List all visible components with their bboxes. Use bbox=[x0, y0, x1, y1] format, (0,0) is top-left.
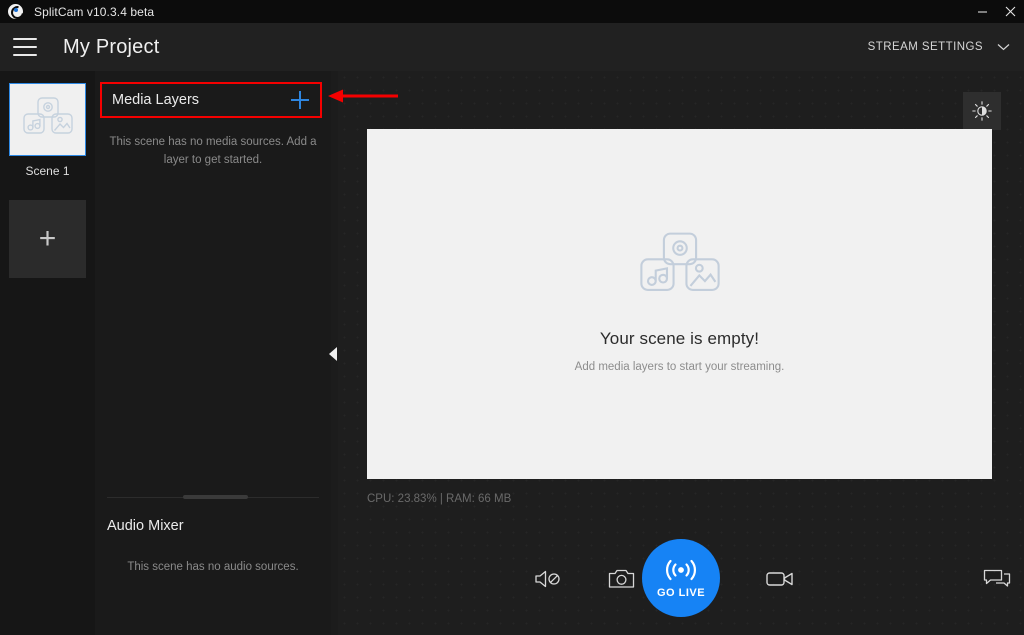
splitcam-logo-icon bbox=[8, 4, 23, 19]
media-layers-header[interactable]: Media Layers bbox=[100, 82, 322, 118]
resource-stats: CPU: 23.83% | RAM: 66 MB bbox=[367, 493, 512, 505]
close-icon[interactable] bbox=[996, 0, 1024, 23]
record-video-button[interactable] bbox=[759, 558, 801, 600]
media-layers-empty-text: This scene has no media sources. Add a l… bbox=[109, 136, 317, 166]
empty-scene-subtitle: Add media layers to start your streaming… bbox=[574, 361, 785, 373]
scene-thumbnail-scene-1[interactable] bbox=[9, 83, 86, 156]
app-header: My Project STREAM SETTINGS bbox=[0, 23, 1024, 71]
chat-button[interactable] bbox=[976, 558, 1018, 600]
brightness-icon bbox=[972, 101, 992, 121]
panel-resize-handle[interactable] bbox=[183, 495, 248, 499]
go-live-label: GO LIVE bbox=[656, 586, 706, 599]
hamburger-line bbox=[13, 38, 37, 40]
stream-settings-label: STREAM SETTINGS bbox=[867, 41, 983, 53]
brightness-button[interactable] bbox=[963, 92, 1001, 130]
window-titlebar: SplitCam v10.3.4 beta bbox=[0, 0, 1024, 23]
audio-mixer-empty-text: This scene has no audio sources. bbox=[127, 561, 299, 573]
layers-panel: Media Layers This scene has no media sou… bbox=[95, 71, 331, 635]
video-camera-icon bbox=[766, 572, 793, 586]
scenes-sidebar: Scene 1 + bbox=[0, 71, 95, 635]
hamburger-menu-icon[interactable] bbox=[13, 38, 37, 56]
media-placeholder-icon bbox=[639, 232, 720, 291]
mute-audio-button[interactable] bbox=[527, 558, 569, 600]
hamburger-line bbox=[13, 46, 37, 48]
stage-area: Your scene is empty! Add media layers to… bbox=[338, 71, 1024, 635]
plus-icon: + bbox=[38, 222, 57, 255]
preview-canvas[interactable]: Your scene is empty! Add media layers to… bbox=[367, 129, 992, 479]
collapse-panel-handle[interactable] bbox=[329, 347, 338, 362]
page-title: My Project bbox=[63, 35, 160, 58]
broadcast-icon bbox=[666, 559, 696, 580]
speaker-muted-icon bbox=[535, 570, 560, 588]
camera-icon bbox=[608, 569, 634, 588]
go-live-button[interactable]: GO LIVE bbox=[642, 539, 720, 617]
chevron-down-icon bbox=[997, 44, 1010, 51]
chat-bubbles-icon bbox=[983, 569, 1011, 587]
hamburger-line bbox=[13, 54, 37, 56]
window-controls bbox=[968, 0, 1024, 23]
add-scene-button[interactable]: + bbox=[9, 200, 86, 278]
collapse-left-triangle-icon bbox=[329, 347, 337, 361]
minimize-icon[interactable] bbox=[968, 0, 996, 23]
scene-label: Scene 1 bbox=[25, 164, 70, 178]
stream-settings-button[interactable]: STREAM SETTINGS bbox=[868, 41, 1010, 53]
bottom-toolbar: GO LIVE bbox=[338, 511, 1024, 635]
empty-scene-title: Your scene is empty! bbox=[599, 329, 760, 348]
snapshot-button[interactable] bbox=[600, 558, 642, 600]
audio-mixer-title: Audio Mixer bbox=[107, 518, 184, 534]
media-placeholder-icon bbox=[22, 96, 73, 134]
app-title: SplitCam v10.3.4 beta bbox=[34, 4, 155, 19]
add-layer-plus-icon[interactable] bbox=[291, 91, 309, 109]
media-layers-title: Media Layers bbox=[112, 92, 200, 108]
